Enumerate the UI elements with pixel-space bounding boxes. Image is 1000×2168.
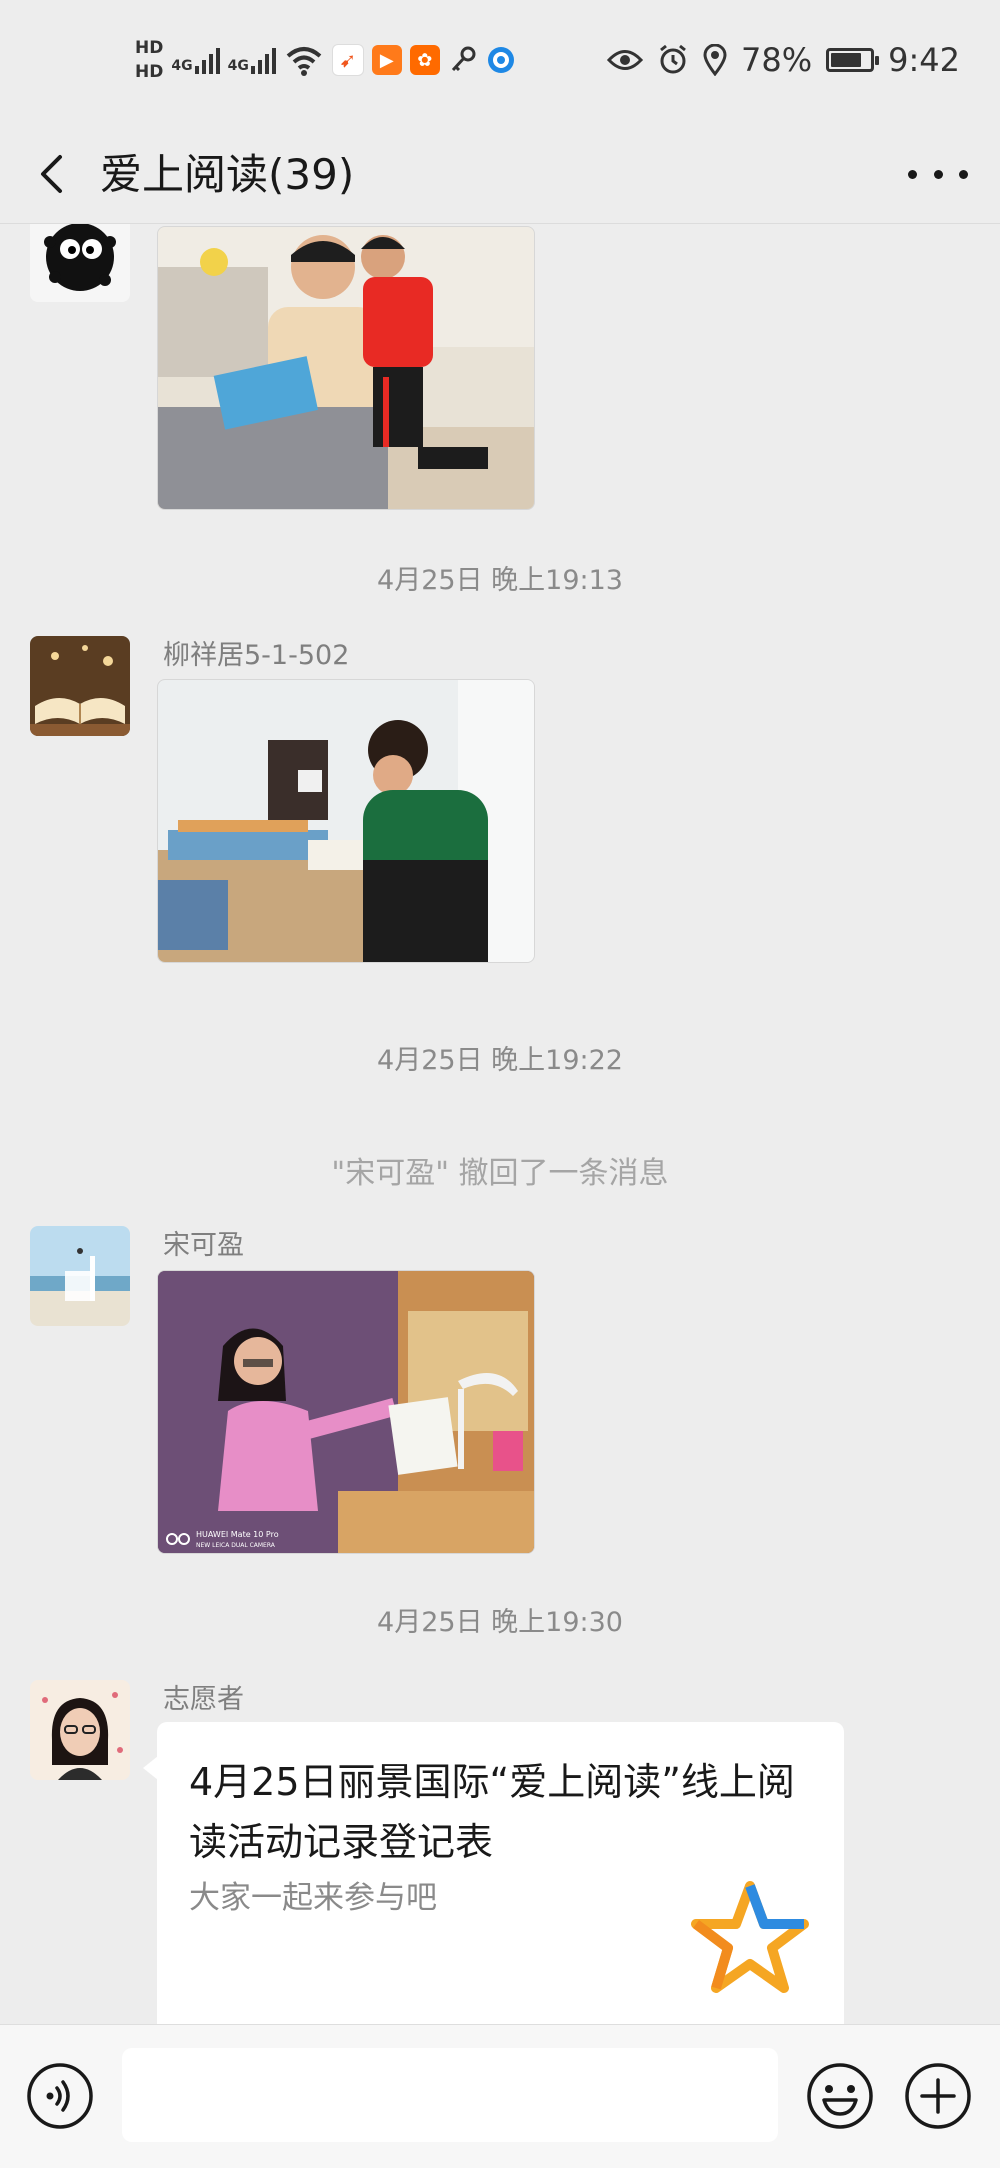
sender-name: 志愿者 xyxy=(163,1684,244,1715)
dot-icon xyxy=(959,169,968,179)
image-message[interactable] xyxy=(157,226,535,510)
battery-percent: 78% xyxy=(741,41,813,79)
key-icon xyxy=(451,46,476,72)
location-icon xyxy=(703,44,727,76)
alarm-icon xyxy=(660,44,686,74)
eye-comfort-icon xyxy=(607,50,644,70)
avatar[interactable] xyxy=(30,1226,130,1326)
link-card-message[interactable]: 4月25日丽景国际“爱上阅读”线上阅读活动记录登记表 大家一起来参与吧 xyxy=(143,1722,844,2024)
girl-reading-photo: HUAWEI Mate 10 Pro NEW LEICA DUAL CAMERA xyxy=(158,1271,534,1553)
kids-reading-photo xyxy=(158,227,534,509)
volunteer-avatar xyxy=(30,1680,130,1780)
hd2-label: HD xyxy=(135,62,164,82)
signal-1: 4G xyxy=(171,46,220,74)
hd1-label: HD xyxy=(135,38,164,58)
wifi-icon xyxy=(286,47,322,76)
battery-icon xyxy=(826,48,880,72)
network2-label: 4G xyxy=(227,58,249,74)
beach-avatar xyxy=(30,1226,130,1326)
input-toolbar xyxy=(0,2024,1000,2168)
open-book-avatar xyxy=(30,636,130,736)
sender-name: 宋可盈 xyxy=(163,1230,244,1261)
signal-2: 4G xyxy=(228,46,276,74)
app-notification-icon: ➹ xyxy=(331,44,364,76)
signal-bars-icon xyxy=(250,46,276,74)
dot-icon xyxy=(908,169,917,179)
image-message[interactable] xyxy=(157,679,535,963)
dot-icon xyxy=(933,169,943,179)
timestamp: 4月25日 晚上19:22 xyxy=(377,1045,623,1076)
status-right: 78% 9:42 xyxy=(607,30,960,90)
star-logo-icon xyxy=(691,1881,809,1993)
shopping-app-icon: ✿ xyxy=(409,45,440,75)
card-title: 4月25日丽景国际“爱上阅读”线上阅读活动记录登记表 xyxy=(189,1760,795,1864)
back-button[interactable] xyxy=(30,149,80,199)
voice-input-button[interactable] xyxy=(26,2062,94,2130)
more-functions-button[interactable] xyxy=(904,2062,972,2130)
soot-sprite-avatar xyxy=(30,224,130,302)
camera-watermark-line2: NEW LEICA DUAL CAMERA xyxy=(196,1542,276,1549)
chat-header: 爱上阅读(39) xyxy=(0,125,1000,224)
signal-bars-icon xyxy=(194,46,220,74)
camera-watermark-line1: HUAWEI Mate 10 Pro xyxy=(196,1530,279,1539)
emoji-button[interactable] xyxy=(806,2062,874,2130)
avatar[interactable] xyxy=(30,224,130,302)
sender-name: 柳祥居5-1-502 xyxy=(163,640,350,671)
clock: 9:42 xyxy=(888,41,960,79)
video-app-icon: ▶ xyxy=(371,45,402,75)
timestamp: 4月25日 晚上19:13 xyxy=(377,565,623,596)
browser-app-icon xyxy=(487,47,514,73)
network1-label: 4G xyxy=(171,58,193,74)
boy-studying-photo xyxy=(158,680,534,962)
message-input[interactable] xyxy=(122,2048,778,2142)
group-title: 爱上阅读(39) xyxy=(100,150,355,199)
message-list[interactable]: 4月25日 晚上19:13 柳祥居5-1-502 4月25日 晚上19:22 "… xyxy=(0,224,1000,2024)
avatar[interactable] xyxy=(30,1680,130,1780)
timestamp: 4月25日 晚上19:30 xyxy=(377,1607,623,1638)
recall-notice: "宋可盈" 撤回了一条消息 xyxy=(331,1156,669,1191)
status-left: HD HD 4G 4G ➹ ▶ ✿ xyxy=(135,30,516,90)
avatar[interactable] xyxy=(30,636,130,736)
status-bar: HD HD 4G 4G ➹ ▶ ✿ 78% 9:42 xyxy=(0,0,1000,125)
image-message[interactable]: HUAWEI Mate 10 Pro NEW LEICA DUAL CAMERA xyxy=(157,1270,535,1554)
hd-indicator: HD HD xyxy=(135,36,163,84)
card-description: 大家一起来参与吧 xyxy=(189,1880,437,1916)
more-options-button[interactable] xyxy=(908,149,968,199)
